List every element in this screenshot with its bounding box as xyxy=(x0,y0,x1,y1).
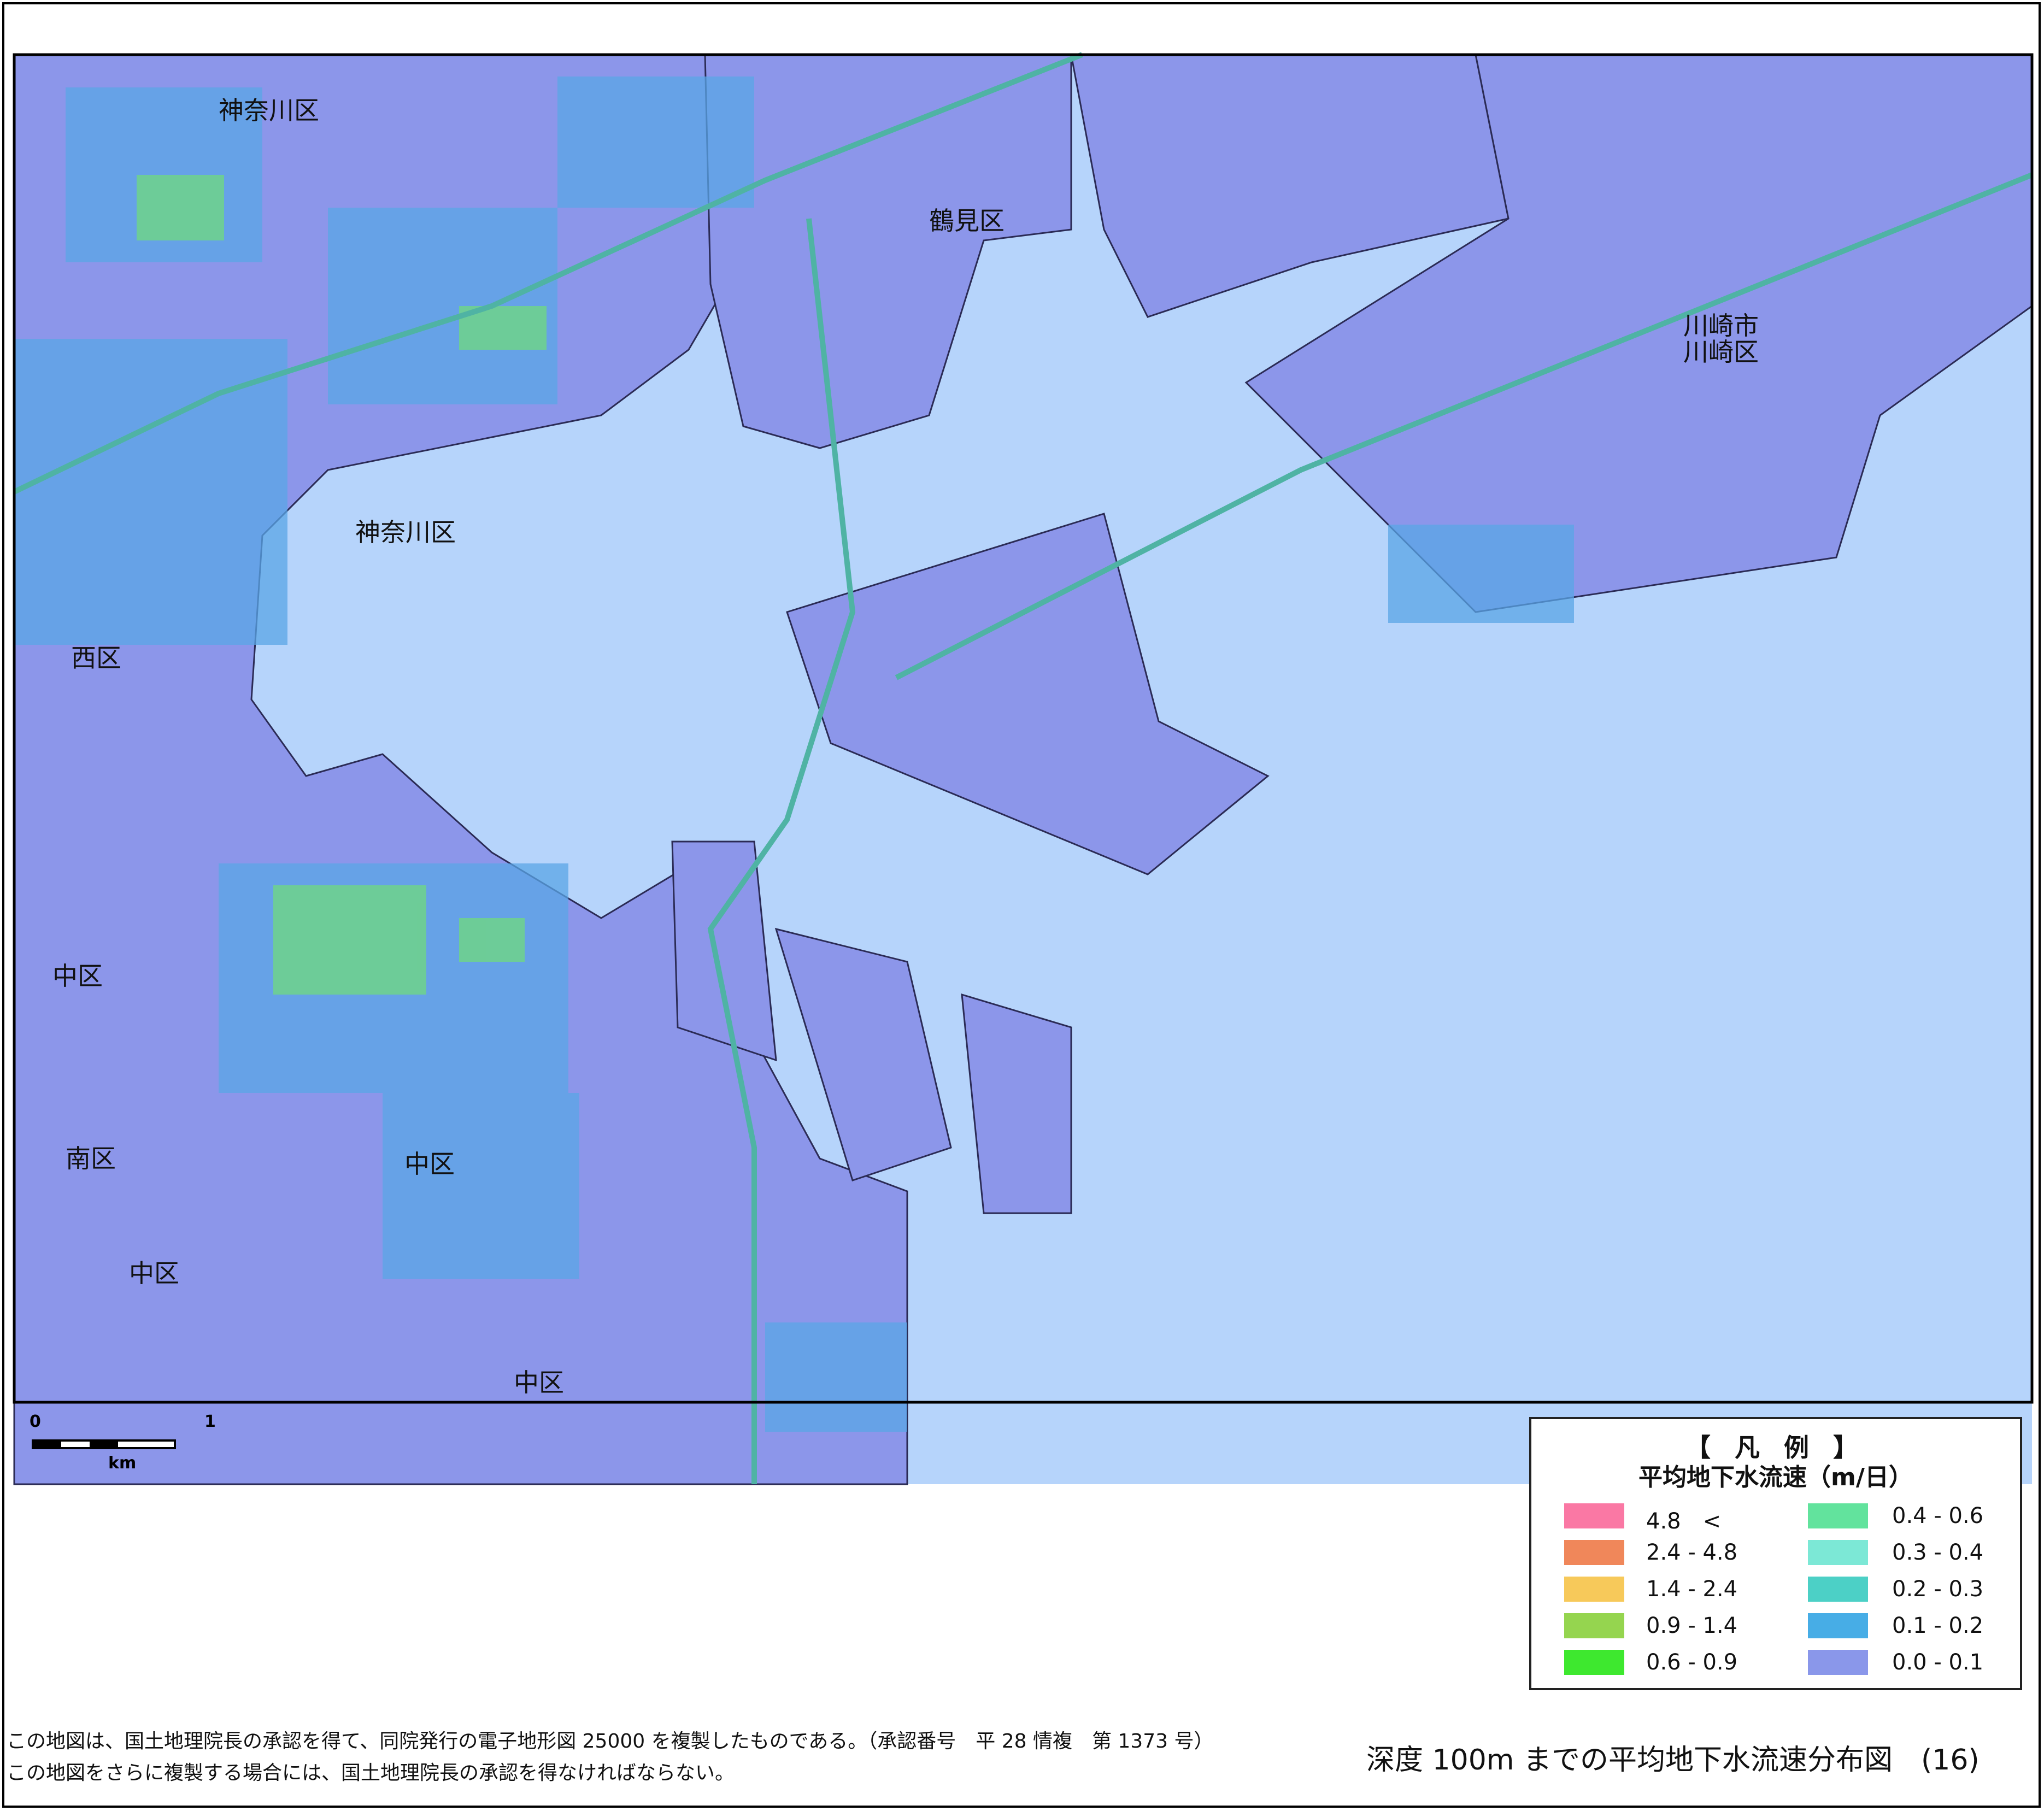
legend-label-9: 0.0 - 0.1 xyxy=(1892,1650,1984,1675)
legend-label-7: 0.2 - 0.3 xyxy=(1892,1577,1984,1602)
legend-swatch-0 xyxy=(1564,1503,1624,1528)
legend-box: 【 凡 例 】 平均地下水流速（m/日） 4.8 < 2.4 - 4.8 1.4… xyxy=(1529,1417,2022,1690)
legend-swatch-9 xyxy=(1808,1650,1868,1675)
legend-label-1: 2.4 - 4.8 xyxy=(1646,1540,1738,1565)
legend-swatch-5 xyxy=(1808,1503,1868,1528)
copyright-notes: この地図は、国土地理院長の承認を得て、同院発行の電子地形図 25000 を複製し… xyxy=(7,1726,1213,1789)
legend-label-0: 4.8 < xyxy=(1646,1509,1722,1534)
figure-title: 深度 100m までの平均地下水流速分布図 (16) xyxy=(1366,1744,1980,1777)
legend-swatch-6 xyxy=(1808,1540,1868,1565)
legend-label-2: 1.4 - 2.4 xyxy=(1646,1577,1738,1602)
copyright-line-1: この地図は、国土地理院長の承認を得て、同院発行の電子地形図 25000 を複製し… xyxy=(7,1730,1214,1753)
legend-swatch-8 xyxy=(1808,1613,1868,1638)
copyright-line-2: この地図をさらに複製する場合には、国土地理院長の承認を得なければならない。 xyxy=(7,1762,735,1784)
legend-swatch-1 xyxy=(1564,1540,1624,1565)
legend-swatch-3 xyxy=(1564,1613,1624,1638)
legend-swatch-4 xyxy=(1564,1650,1624,1675)
legend-label-8: 0.1 - 0.2 xyxy=(1892,1613,1984,1638)
legend-label-5: 0.4 - 0.6 xyxy=(1892,1503,1984,1528)
legend-swatch-2 xyxy=(1564,1577,1624,1602)
legend-swatch-7 xyxy=(1808,1577,1868,1602)
legend-label-4: 0.6 - 0.9 xyxy=(1646,1650,1738,1675)
legend-label-3: 0.9 - 1.4 xyxy=(1646,1613,1738,1638)
legend-label-6: 0.3 - 0.4 xyxy=(1892,1540,1984,1565)
legend-subtitle: 平均地下水流速（m/日） xyxy=(1638,1463,1913,1491)
